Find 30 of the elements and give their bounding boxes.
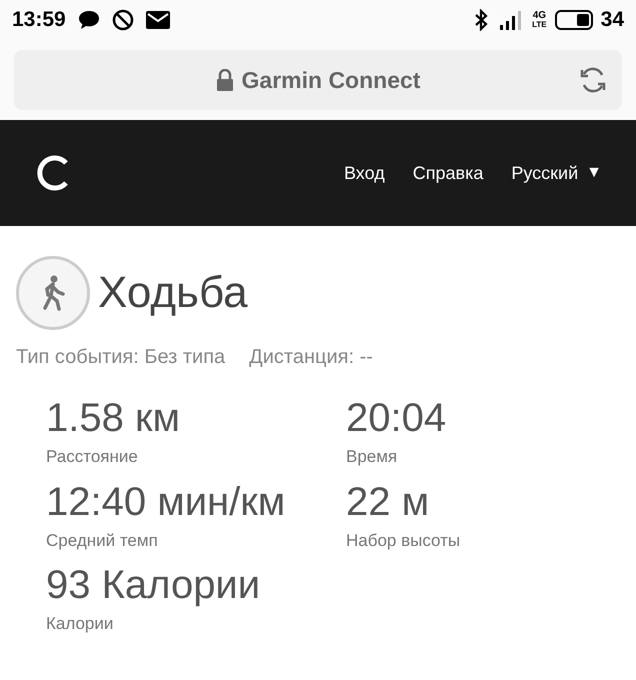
- walking-person-icon: [41, 275, 65, 311]
- stat-value: 22 м: [346, 480, 430, 524]
- lock-icon: [216, 69, 234, 91]
- stat-value: 12:40 мин/км: [46, 480, 286, 524]
- battery-icon: [554, 10, 593, 30]
- stat-label: Время: [346, 446, 398, 468]
- bluetooth-icon: [474, 9, 488, 31]
- nav-link[interactable]: Вход: [344, 160, 385, 186]
- network-type: LTE: [532, 20, 547, 29]
- network-type: 4G: [532, 11, 546, 20]
- stat-value: 20:04: [346, 396, 448, 440]
- distance-info: Дистанция: --: [249, 345, 373, 370]
- clock: 13:59: [12, 7, 66, 34]
- stat-label: Калории: [46, 613, 114, 635]
- blocked-icon: [112, 9, 134, 31]
- reload-icon[interactable]: [578, 65, 608, 95]
- stat-value: 93 Калории: [46, 563, 262, 607]
- stat-label: Средний темп: [46, 530, 159, 552]
- stat-label: Расстояние: [46, 446, 139, 468]
- event-type: Тип события: Без типа: [16, 345, 226, 370]
- mail-icon: [146, 11, 170, 29]
- nav-link[interactable]: Справка: [412, 160, 484, 186]
- language-dropdown[interactable]: Русский ▼: [511, 160, 602, 186]
- chat-bubble-icon: [78, 10, 100, 30]
- stat-label: Набор высоты: [346, 530, 462, 552]
- stat-value: 1.58 км: [46, 396, 181, 440]
- activity-title: Ходьба: [98, 267, 248, 319]
- address-bar[interactable]: Garmin Connect: [14, 50, 622, 110]
- page-title: Garmin Connect: [242, 66, 420, 95]
- battery-percent: 34: [600, 7, 624, 34]
